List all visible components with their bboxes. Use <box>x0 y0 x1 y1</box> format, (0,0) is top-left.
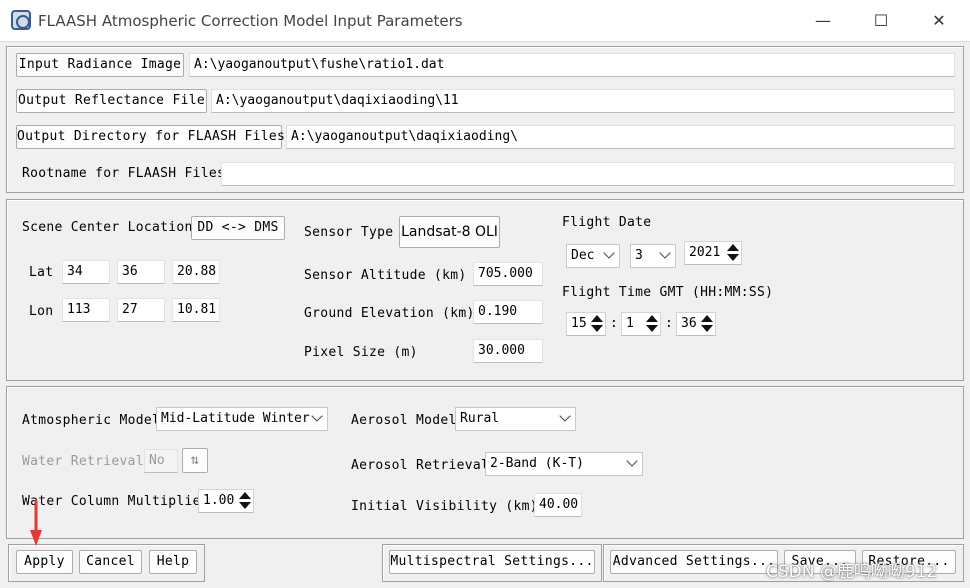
lat-seconds-field[interactable]: 20.88 <box>172 260 220 284</box>
ground-elevation-field[interactable]: 0.190 <box>473 300 543 324</box>
initial-visibility-field[interactable]: 40.00 <box>534 493 582 517</box>
sensor-altitude-label: Sensor Altitude (km) <box>304 268 467 283</box>
output-reflectance-file-button[interactable]: Output Reflectance File <box>16 89 207 113</box>
flight-day-dropdown[interactable]: 3 <box>630 244 676 268</box>
app-icon <box>11 10 31 30</box>
apply-button[interactable]: Apply <box>16 550 73 574</box>
window-title: FLAASH Atmospheric Correction Model Inpu… <box>38 12 463 30</box>
dd-dms-toggle-button[interactable]: DD <-> DMS <box>191 216 285 240</box>
lat-degrees-field[interactable]: 34 <box>62 260 110 284</box>
spinner-arrows-icon[interactable] <box>727 244 739 262</box>
spinner-arrows-icon[interactable] <box>701 315 713 333</box>
pixel-size-field[interactable]: 30.000 <box>473 339 543 363</box>
water-retrieval-field: No <box>144 449 178 473</box>
input-radiance-image-field[interactable]: A:\yaoganoutput\fushe\ratio1.dat <box>189 53 955 77</box>
flight-year-spinner[interactable]: 2021 <box>684 241 742 265</box>
annotation-arrow-icon <box>30 500 42 546</box>
output-directory-button[interactable]: Output Directory for FLAASH Files <box>16 125 285 149</box>
cancel-button[interactable]: Cancel <box>79 550 142 574</box>
lon-degrees-field[interactable]: 113 <box>62 298 110 322</box>
lon-seconds-field[interactable]: 10.81 <box>172 298 220 322</box>
flight-time-label: Flight Time GMT (HH:MM:SS) <box>562 285 774 300</box>
flight-day-value: 3 <box>635 248 643 263</box>
chevron-down-icon <box>659 247 671 259</box>
chevron-down-icon <box>626 455 638 467</box>
initial-visibility-label: Initial Visibility (km) <box>351 499 538 514</box>
scene-center-location-label: Scene Center Location <box>22 220 193 235</box>
lat-minutes-field[interactable]: 36 <box>117 260 165 284</box>
aerosol-retrieval-dropdown[interactable]: 2-Band (K-T) <box>485 452 643 476</box>
aerosol-model-dropdown[interactable]: Rural <box>455 407 576 431</box>
spinner-arrows-icon[interactable] <box>239 492 251 510</box>
ground-elevation-label: Ground Elevation (km) <box>304 306 475 321</box>
input-radiance-image-button[interactable]: Input Radiance Image <box>16 53 184 77</box>
pixel-size-label: Pixel Size (m) <box>304 345 418 360</box>
multispectral-settings-button[interactable]: Multispectral Settings... <box>389 550 595 574</box>
chevron-down-icon <box>603 247 615 259</box>
atmospheric-model-value: Mid-Latitude Winter <box>161 411 310 426</box>
time-separator: : <box>610 316 618 331</box>
spinner-arrows-icon[interactable] <box>646 315 658 333</box>
atmospheric-model-dropdown[interactable]: Mid-Latitude Winter <box>156 407 328 431</box>
lon-label: Lon <box>29 304 54 319</box>
aerosol-model-value: Rural <box>460 411 500 426</box>
chevron-down-icon <box>559 410 571 422</box>
flight-second-value: 36 <box>681 316 697 331</box>
sensor-type-label: Sensor Type <box>304 225 394 240</box>
flight-year-value: 2021 <box>689 245 721 260</box>
lon-minutes-field[interactable]: 27 <box>117 298 165 322</box>
sensor-type-button[interactable]: Landsat-8 OLI <box>399 216 500 248</box>
lat-label: Lat <box>29 265 54 280</box>
aerosol-retrieval-value: 2-Band (K-T) <box>490 456 584 471</box>
water-column-multiplier-value: 1.00 <box>203 493 235 508</box>
atmospheric-model-label: Atmospheric Model <box>22 413 161 428</box>
advanced-settings-button[interactable]: Advanced Settings... <box>610 550 778 574</box>
aerosol-retrieval-label: Aerosol Retrieval <box>351 458 490 473</box>
spinner-arrows-icon[interactable] <box>591 315 603 333</box>
water-retrieval-label: Water Retrieval <box>22 454 144 469</box>
output-directory-field[interactable]: A:\yaoganoutput\daqixiaoding\ <box>286 125 955 149</box>
rootname-field[interactable] <box>221 162 955 186</box>
chevron-down-icon <box>311 410 323 422</box>
flight-second-spinner[interactable]: 36 <box>676 312 716 336</box>
minimize-icon[interactable]: — <box>800 8 846 34</box>
flight-month-dropdown[interactable]: Dec <box>566 244 620 268</box>
flight-date-label: Flight Date <box>562 215 652 230</box>
flight-hour-value: 15 <box>571 316 587 331</box>
watermark: CSDN @鹿鸣呦呦912 <box>766 562 938 582</box>
output-reflectance-file-field[interactable]: A:\yaoganoutput\daqixiaoding\11 <box>211 89 955 113</box>
flight-minute-spinner[interactable]: 1 <box>621 312 661 336</box>
toggle-arrows-icon: ⇅ <box>182 448 208 473</box>
rootname-label: Rootname for FLAASH Files <box>22 166 226 181</box>
title-bar: FLAASH Atmospheric Correction Model Inpu… <box>0 0 970 42</box>
aerosol-model-label: Aerosol Model <box>351 413 457 428</box>
sensor-altitude-field[interactable]: 705.000 <box>473 262 543 286</box>
water-column-multiplier-label: Water Column Multiplier <box>22 494 209 509</box>
time-separator: : <box>665 316 673 331</box>
flight-month-value: Dec <box>571 248 595 263</box>
maximize-icon[interactable]: ☐ <box>858 8 904 34</box>
help-button[interactable]: Help <box>149 550 197 574</box>
flight-hour-spinner[interactable]: 15 <box>566 312 606 336</box>
close-icon[interactable]: ✕ <box>916 8 962 34</box>
water-column-multiplier-spinner[interactable]: 1.00 <box>198 489 254 513</box>
flight-minute-value: 1 <box>626 316 634 331</box>
